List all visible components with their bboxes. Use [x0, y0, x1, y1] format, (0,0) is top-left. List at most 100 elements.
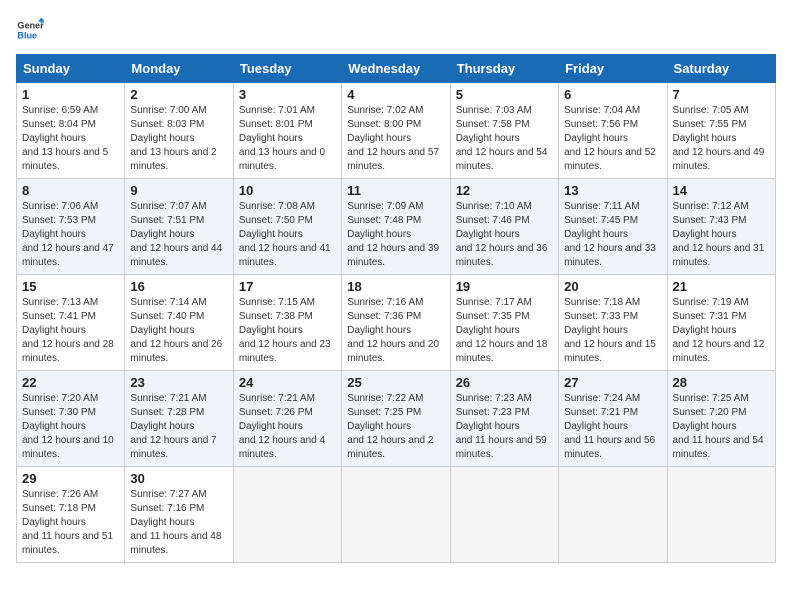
calendar-cell: 13 Sunrise: 7:11 AMSunset: 7:45 PMDaylig…: [559, 179, 667, 275]
day-detail: Sunrise: 7:13 AMSunset: 7:41 PMDaylight …: [22, 297, 114, 364]
day-number: 3: [239, 87, 336, 102]
day-number: 30: [130, 471, 227, 486]
weekday-header-wednesday: Wednesday: [342, 55, 450, 83]
logo: General Blue: [16, 16, 44, 44]
calendar-cell: [559, 467, 667, 563]
day-number: 18: [347, 279, 444, 294]
page-header: General Blue: [16, 16, 776, 44]
calendar-body: 1 Sunrise: 6:59 AMSunset: 8:04 PMDayligh…: [17, 83, 776, 563]
day-detail: Sunrise: 7:00 AMSunset: 8:03 PMDaylight …: [130, 105, 216, 172]
day-number: 28: [673, 375, 770, 390]
day-number: 22: [22, 375, 119, 390]
day-detail: Sunrise: 7:14 AMSunset: 7:40 PMDaylight …: [130, 297, 222, 364]
day-number: 2: [130, 87, 227, 102]
day-detail: Sunrise: 7:11 AMSunset: 7:45 PMDaylight …: [564, 201, 656, 268]
day-number: 29: [22, 471, 119, 486]
day-detail: Sunrise: 7:06 AMSunset: 7:53 PMDaylight …: [22, 201, 114, 268]
day-number: 11: [347, 183, 444, 198]
day-detail: Sunrise: 7:03 AMSunset: 7:58 PMDaylight …: [456, 105, 548, 172]
day-number: 24: [239, 375, 336, 390]
day-detail: Sunrise: 7:17 AMSunset: 7:35 PMDaylight …: [456, 297, 548, 364]
day-detail: Sunrise: 7:22 AMSunset: 7:25 PMDaylight …: [347, 393, 433, 460]
day-number: 4: [347, 87, 444, 102]
calendar-cell: 26 Sunrise: 7:23 AMSunset: 7:23 PMDaylig…: [450, 371, 558, 467]
calendar-week-5: 29 Sunrise: 7:26 AMSunset: 7:18 PMDaylig…: [17, 467, 776, 563]
calendar-cell: 5 Sunrise: 7:03 AMSunset: 7:58 PMDayligh…: [450, 83, 558, 179]
day-detail: Sunrise: 7:01 AMSunset: 8:01 PMDaylight …: [239, 105, 325, 172]
calendar-cell: 3 Sunrise: 7:01 AMSunset: 8:01 PMDayligh…: [233, 83, 341, 179]
calendar-cell: 4 Sunrise: 7:02 AMSunset: 8:00 PMDayligh…: [342, 83, 450, 179]
calendar-cell: 10 Sunrise: 7:08 AMSunset: 7:50 PMDaylig…: [233, 179, 341, 275]
day-number: 1: [22, 87, 119, 102]
day-number: 10: [239, 183, 336, 198]
day-detail: Sunrise: 7:26 AMSunset: 7:18 PMDaylight …: [22, 489, 113, 556]
day-number: 7: [673, 87, 770, 102]
calendar-cell: 19 Sunrise: 7:17 AMSunset: 7:35 PMDaylig…: [450, 275, 558, 371]
weekday-header-thursday: Thursday: [450, 55, 558, 83]
calendar-cell: 16 Sunrise: 7:14 AMSunset: 7:40 PMDaylig…: [125, 275, 233, 371]
day-number: 9: [130, 183, 227, 198]
day-number: 26: [456, 375, 553, 390]
day-detail: Sunrise: 7:25 AMSunset: 7:20 PMDaylight …: [673, 393, 764, 460]
calendar-cell: 27 Sunrise: 7:24 AMSunset: 7:21 PMDaylig…: [559, 371, 667, 467]
calendar-cell: 1 Sunrise: 6:59 AMSunset: 8:04 PMDayligh…: [17, 83, 125, 179]
weekday-header-tuesday: Tuesday: [233, 55, 341, 83]
day-detail: Sunrise: 7:21 AMSunset: 7:26 PMDaylight …: [239, 393, 325, 460]
day-detail: Sunrise: 7:08 AMSunset: 7:50 PMDaylight …: [239, 201, 331, 268]
day-number: 15: [22, 279, 119, 294]
calendar-cell: 6 Sunrise: 7:04 AMSunset: 7:56 PMDayligh…: [559, 83, 667, 179]
day-detail: Sunrise: 7:10 AMSunset: 7:46 PMDaylight …: [456, 201, 548, 268]
day-number: 14: [673, 183, 770, 198]
calendar-cell: 14 Sunrise: 7:12 AMSunset: 7:43 PMDaylig…: [667, 179, 775, 275]
calendar-cell: 12 Sunrise: 7:10 AMSunset: 7:46 PMDaylig…: [450, 179, 558, 275]
day-detail: Sunrise: 7:12 AMSunset: 7:43 PMDaylight …: [673, 201, 765, 268]
calendar-cell: 28 Sunrise: 7:25 AMSunset: 7:20 PMDaylig…: [667, 371, 775, 467]
weekday-header-row: SundayMondayTuesdayWednesdayThursdayFrid…: [17, 55, 776, 83]
calendar-cell: 18 Sunrise: 7:16 AMSunset: 7:36 PMDaylig…: [342, 275, 450, 371]
day-number: 25: [347, 375, 444, 390]
calendar-cell: [450, 467, 558, 563]
day-detail: Sunrise: 7:19 AMSunset: 7:31 PMDaylight …: [673, 297, 765, 364]
svg-text:General: General: [17, 21, 44, 31]
day-detail: Sunrise: 7:21 AMSunset: 7:28 PMDaylight …: [130, 393, 216, 460]
svg-text:Blue: Blue: [17, 30, 37, 40]
calendar-cell: 25 Sunrise: 7:22 AMSunset: 7:25 PMDaylig…: [342, 371, 450, 467]
day-number: 6: [564, 87, 661, 102]
calendar-cell: 15 Sunrise: 7:13 AMSunset: 7:41 PMDaylig…: [17, 275, 125, 371]
calendar-cell: 17 Sunrise: 7:15 AMSunset: 7:38 PMDaylig…: [233, 275, 341, 371]
day-number: 27: [564, 375, 661, 390]
day-number: 21: [673, 279, 770, 294]
calendar-cell: 20 Sunrise: 7:18 AMSunset: 7:33 PMDaylig…: [559, 275, 667, 371]
day-number: 23: [130, 375, 227, 390]
day-number: 5: [456, 87, 553, 102]
calendar-week-1: 1 Sunrise: 6:59 AMSunset: 8:04 PMDayligh…: [17, 83, 776, 179]
day-detail: Sunrise: 6:59 AMSunset: 8:04 PMDaylight …: [22, 105, 108, 172]
weekday-header-sunday: Sunday: [17, 55, 125, 83]
day-detail: Sunrise: 7:18 AMSunset: 7:33 PMDaylight …: [564, 297, 656, 364]
day-number: 20: [564, 279, 661, 294]
calendar-cell: 24 Sunrise: 7:21 AMSunset: 7:26 PMDaylig…: [233, 371, 341, 467]
day-detail: Sunrise: 7:05 AMSunset: 7:55 PMDaylight …: [673, 105, 765, 172]
day-detail: Sunrise: 7:09 AMSunset: 7:48 PMDaylight …: [347, 201, 439, 268]
day-number: 17: [239, 279, 336, 294]
day-detail: Sunrise: 7:07 AMSunset: 7:51 PMDaylight …: [130, 201, 222, 268]
day-detail: Sunrise: 7:24 AMSunset: 7:21 PMDaylight …: [564, 393, 655, 460]
calendar-week-4: 22 Sunrise: 7:20 AMSunset: 7:30 PMDaylig…: [17, 371, 776, 467]
calendar-cell: 21 Sunrise: 7:19 AMSunset: 7:31 PMDaylig…: [667, 275, 775, 371]
day-number: 19: [456, 279, 553, 294]
day-number: 16: [130, 279, 227, 294]
calendar-cell: 30 Sunrise: 7:27 AMSunset: 7:16 PMDaylig…: [125, 467, 233, 563]
logo-icon: General Blue: [16, 16, 44, 44]
calendar-cell: 2 Sunrise: 7:00 AMSunset: 8:03 PMDayligh…: [125, 83, 233, 179]
day-detail: Sunrise: 7:16 AMSunset: 7:36 PMDaylight …: [347, 297, 439, 364]
calendar-cell: 7 Sunrise: 7:05 AMSunset: 7:55 PMDayligh…: [667, 83, 775, 179]
day-number: 12: [456, 183, 553, 198]
calendar-week-3: 15 Sunrise: 7:13 AMSunset: 7:41 PMDaylig…: [17, 275, 776, 371]
weekday-header-saturday: Saturday: [667, 55, 775, 83]
calendar-cell: 9 Sunrise: 7:07 AMSunset: 7:51 PMDayligh…: [125, 179, 233, 275]
weekday-header-monday: Monday: [125, 55, 233, 83]
calendar-cell: 29 Sunrise: 7:26 AMSunset: 7:18 PMDaylig…: [17, 467, 125, 563]
calendar-cell: [233, 467, 341, 563]
calendar-cell: 23 Sunrise: 7:21 AMSunset: 7:28 PMDaylig…: [125, 371, 233, 467]
calendar-cell: [342, 467, 450, 563]
